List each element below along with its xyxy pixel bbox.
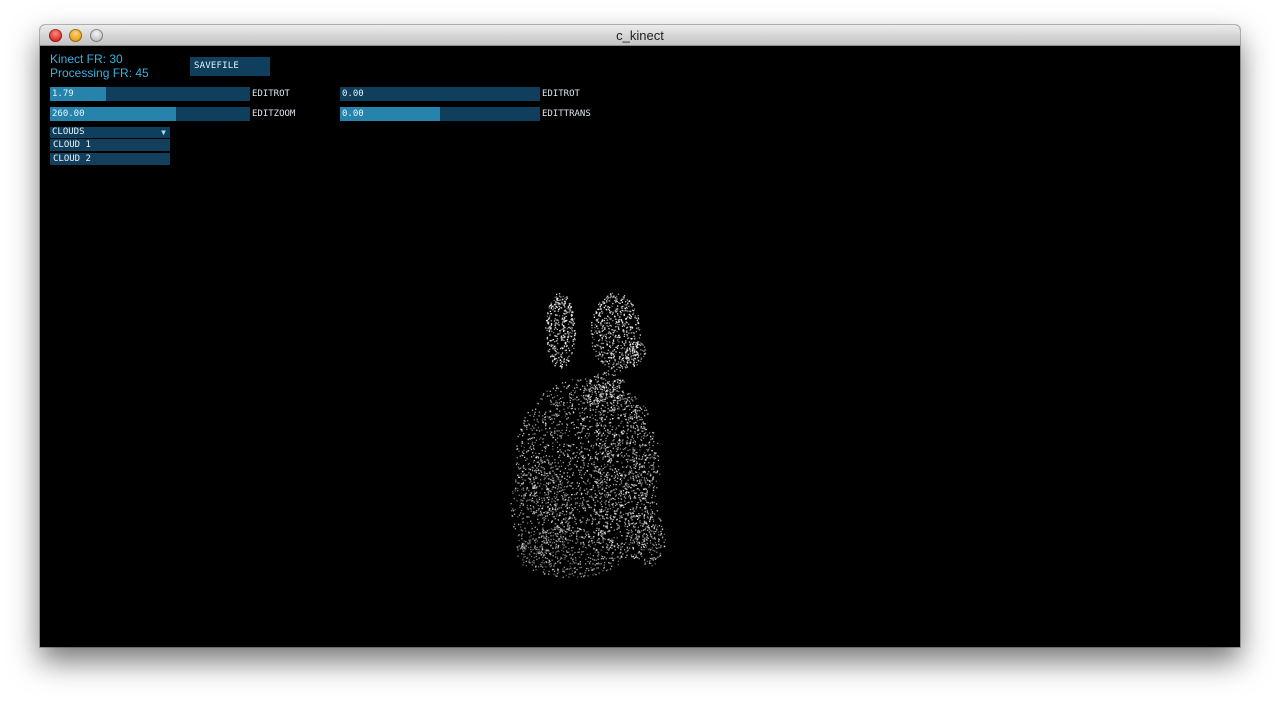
editrot-label-2: EDITROT [542,89,580,99]
edittrans-label: EDITTRANS [542,109,591,119]
slider-value: 0.00 [342,109,364,119]
kinect-framerate-label: Kinect FR: 30 [50,52,123,66]
processing-framerate-label: Processing FR: 45 [50,66,149,80]
app-window: c_kinect Kinect FR: 30 Processing FR: 45… [40,25,1240,647]
clouds-dropdown-label: CLOUDS [52,127,85,137]
savefile-button[interactable]: SAVEFILE [190,57,270,76]
chevron-down-icon[interactable]: ▼ [161,127,166,138]
editrot-slider-1[interactable]: 1.79 [50,87,250,101]
title-bar[interactable]: c_kinect [40,25,1240,46]
point-cloud-dots [510,292,666,578]
window-title: c_kinect [616,28,664,43]
editzoom-label: EDITZOOM [252,109,296,119]
point-cloud-render [510,292,666,578]
slider-value: 260.00 [52,109,85,119]
editrot-slider-2[interactable]: 0.00 [340,87,540,101]
dropdown-item-cloud-1[interactable]: CLOUD 1 [50,139,170,151]
editzoom-slider[interactable]: 260.00 [50,107,250,121]
slider-value: 1.79 [52,89,74,99]
edittrans-slider[interactable]: 0.00 [340,107,540,121]
editrot-label-1: EDITROT [252,89,290,99]
sketch-canvas[interactable]: Kinect FR: 30 Processing FR: 45 SAVEFILE… [40,47,1240,647]
dropdown-item-cloud-2[interactable]: CLOUD 2 [50,153,170,165]
slider-value: 0.00 [342,89,364,99]
clouds-dropdown[interactable]: CLOUDS ▼ [50,127,170,138]
